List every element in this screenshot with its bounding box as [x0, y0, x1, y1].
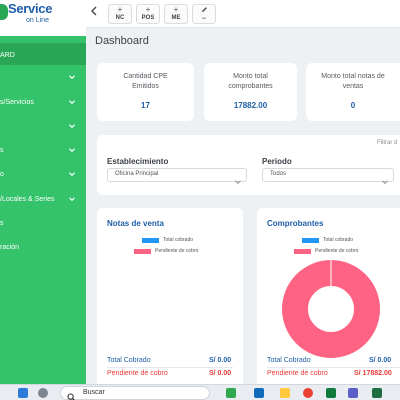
legend-label: Total cobrado [163, 237, 194, 243]
card-title: Comprobantes [267, 219, 324, 228]
stat-card-notas: Monto total notas de ventas 0 [306, 63, 400, 121]
stat-value: 0 [350, 101, 356, 110]
pencil-icon [193, 6, 215, 15]
toolbar-button-label: ME [171, 15, 181, 21]
comprobantes-donut-chart [282, 260, 380, 358]
sidebar-item-label: ración [0, 244, 20, 251]
new-nc-button[interactable]: + NC [108, 4, 132, 24]
divider [267, 367, 400, 368]
legend-label: Pendiente de cobro [155, 248, 199, 254]
comprobantes-card: Comprobantes Total cobrado Pendiente de … [257, 208, 400, 384]
sidebar-item-label: o [0, 171, 4, 178]
pendiente-cobro-label: Pendiente de cobro [267, 370, 328, 377]
total-cobrado-value: S/ 0.00 [209, 357, 232, 364]
stat-value: 17 [141, 101, 150, 110]
total-cobrado-label: Total Cobrado [107, 357, 151, 364]
teams-icon[interactable] [348, 388, 358, 398]
pendiente-cobro-label: Pendiente de cobro [107, 370, 168, 377]
legend-swatch [302, 238, 319, 243]
app-icon[interactable] [254, 388, 264, 398]
card-title: Notas de venta [107, 219, 164, 228]
chevron-down-icon [69, 74, 75, 80]
legend-swatch [142, 238, 159, 243]
total-cobrado-value: S/ 0.00 [369, 357, 392, 364]
chevron-down-icon [235, 172, 241, 190]
legend-swatch [134, 249, 151, 254]
sidebar-item-label: ARD [0, 52, 15, 59]
chevron-down-icon [69, 123, 75, 129]
filter-panel: Filtrar d Establecimiento Oficina Princi… [97, 135, 400, 195]
edit-button[interactable]: -- [192, 4, 216, 24]
toolbar-button-label: POS [141, 15, 155, 21]
sidebar-item-dashboard[interactable]: ARD [0, 49, 86, 65]
chevron-down-icon [69, 147, 75, 153]
sidebar-item-label: /Locales & Series [0, 196, 55, 203]
sidebar-item-4[interactable]: s [0, 144, 86, 160]
divider [107, 367, 233, 368]
sidebar-item-configuracion[interactable]: ración [0, 241, 86, 257]
folder-icon[interactable] [280, 388, 290, 398]
excel-icon[interactable] [372, 388, 382, 398]
pendiente-cobro-value: S/ 17882.00 [354, 370, 392, 377]
select-value: Oficina Principal [115, 171, 159, 177]
stat-card-comprobantes: Monto total comprobantes 17882.00 [204, 63, 297, 121]
chevron-down-icon [69, 171, 75, 177]
start-icon[interactable] [18, 388, 28, 398]
sidebar-item-7[interactable]: s [0, 217, 86, 233]
pendiente-cobro-value: S/ 0.00 [209, 370, 232, 377]
brand-name: Service [8, 1, 53, 16]
filter-link[interactable]: Filtrar d [377, 140, 397, 146]
sidebar-item-1[interactable] [0, 71, 86, 87]
search-icon [67, 389, 76, 400]
chrome-icon[interactable] [303, 388, 313, 398]
legend-swatch [294, 249, 311, 254]
sidebar-item-label: s [0, 220, 4, 227]
taskbar-search[interactable]: Buscar [60, 386, 210, 400]
plus-icon: + [117, 5, 123, 14]
toolbar-button-label: -- [202, 16, 206, 22]
brand-logo[interactable]: Service on Line [0, 0, 86, 36]
widgets-icon[interactable] [38, 388, 48, 398]
app-window: Service on Line ARD s/Servicios s o /Loc… [0, 0, 400, 400]
stat-value: 17882.00 [233, 101, 268, 110]
sidebar: Service on Line ARD s/Servicios s o /Loc… [0, 0, 86, 384]
stat-label: Cantidad CPE Emitidos [123, 73, 168, 90]
sidebar-item-label: s [0, 147, 4, 154]
chevron-down-icon [69, 196, 75, 202]
plus-icon: + [173, 5, 179, 14]
top-toolbar: + NC + POS + ME -- [86, 0, 400, 28]
sidebar-item-productos-servicios[interactable]: s/Servicios [0, 96, 86, 112]
toolbar-button-label: NC [115, 15, 125, 21]
new-me-button[interactable]: + ME [164, 4, 188, 24]
chevron-left-icon [91, 6, 97, 16]
periodo-label: Periodo [262, 157, 292, 166]
sidebar-item-5[interactable]: o [0, 168, 86, 184]
app-icon[interactable] [326, 388, 336, 398]
select-value: Todos [270, 171, 287, 177]
legend-label: Pendiente de cobro [315, 248, 359, 254]
establecimiento-select[interactable]: Oficina Principal [107, 168, 247, 185]
os-taskbar: Buscar [0, 384, 400, 400]
logo-mark [0, 4, 8, 20]
establecimiento-label: Establecimiento [107, 157, 169, 166]
total-cobrado-label: Total Cobrado [267, 357, 311, 364]
legend-label: Total cobrado [323, 237, 354, 243]
stat-label: Monto total notas de ventas [321, 73, 385, 90]
app-icon[interactable] [226, 388, 236, 398]
page-title: Dashboard [95, 35, 149, 47]
notas-de-venta-card: Notas de venta Total cobrado Pendiente d… [97, 208, 243, 384]
sidebar-item-3[interactable] [0, 120, 86, 136]
stat-card-cpe: Cantidad CPE Emitidos 17 [97, 63, 194, 121]
stat-label: Monto total comprobantes [228, 73, 273, 90]
chevron-down-icon [69, 99, 75, 105]
periodo-select[interactable]: Todos [262, 168, 394, 185]
sidebar-item-label: s/Servicios [0, 99, 34, 106]
brand-tagline: on Line [26, 17, 49, 24]
sidebar-item-locales-series[interactable]: /Locales & Series [0, 193, 86, 209]
chevron-down-icon [382, 172, 388, 190]
new-pos-button[interactable]: + POS [136, 4, 160, 24]
plus-icon: + [145, 5, 151, 14]
back-button[interactable] [90, 6, 102, 20]
taskbar-search-placeholder: Buscar [83, 389, 105, 396]
